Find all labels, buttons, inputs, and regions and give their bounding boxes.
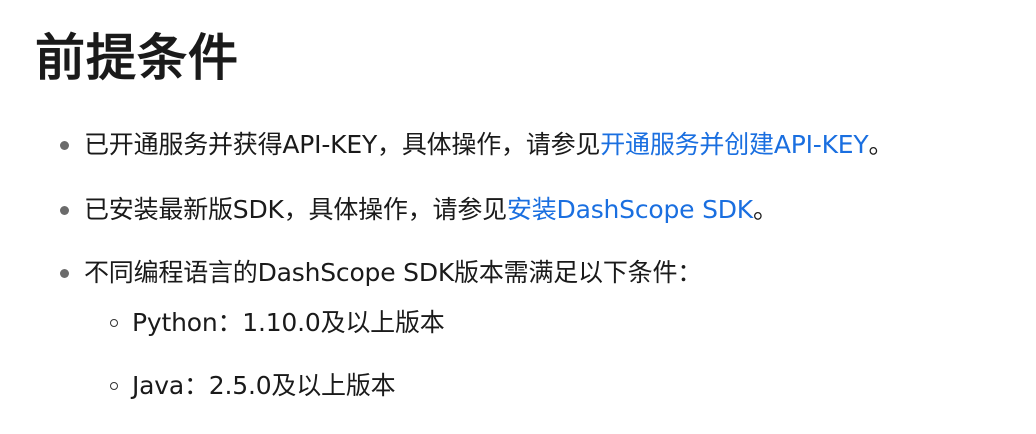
bullet-disc-icon — [60, 206, 69, 215]
section-heading: 前提条件 — [35, 29, 239, 87]
install-sdk-link[interactable]: 安装DashScope SDK — [507, 195, 753, 224]
bullet-disc-icon — [60, 141, 69, 150]
list-item-text: 不同编程语言的DashScope SDK版本需满足以下条件： — [84, 258, 703, 287]
document-section: 前提条件 已开通服务并获得API-KEY，具体操作，请参见开通服务并创建API-… — [0, 0, 1036, 434]
list-item-suffix: 。 — [752, 195, 778, 224]
list-item-suffix: 。 — [868, 130, 894, 159]
create-api-key-link[interactable]: 开通服务并创建API-KEY — [600, 130, 868, 159]
list-item-prefix: 已安装最新版SDK，具体操作，请参见 — [84, 195, 507, 224]
bullet-circle-icon — [110, 382, 118, 390]
sub-list-item-text: Python：1.10.0及以上版本 — [132, 308, 445, 337]
list-item-text: 已安装最新版SDK，具体操作，请参见安装DashScope SDK。 — [84, 192, 778, 228]
bullet-disc-icon — [60, 269, 69, 278]
bullet-circle-icon — [110, 319, 118, 327]
list-item-text: 已开通服务并获得API-KEY，具体操作，请参见开通服务并创建API-KEY。 — [84, 127, 893, 163]
list-item-prefix: 已开通服务并获得API-KEY，具体操作，请参见 — [84, 130, 601, 159]
sub-list-item-text: Java：2.5.0及以上版本 — [132, 371, 396, 400]
